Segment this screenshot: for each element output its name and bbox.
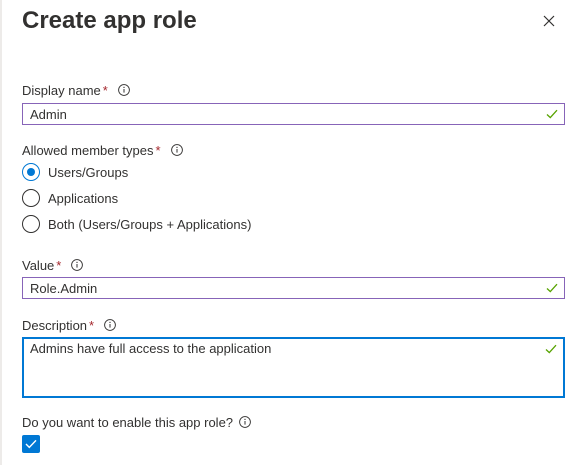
required-marker: * — [56, 258, 62, 273]
required-marker: * — [155, 143, 161, 158]
display-name-input[interactable]: Admin — [22, 103, 565, 125]
enable-label-row: Do you want to enable this app role? — [22, 415, 251, 431]
info-icon[interactable] — [239, 416, 251, 428]
radio-button[interactable] — [22, 215, 40, 233]
radio-button-selected[interactable] — [22, 163, 40, 181]
checkmark-icon — [546, 109, 558, 119]
display-name-value: Admin — [30, 107, 67, 122]
value-label: Value — [22, 258, 55, 273]
radio-label: Both (Users/Groups + Applications) — [48, 216, 252, 232]
required-marker: * — [102, 83, 108, 98]
checkmark-icon — [545, 344, 557, 354]
enable-label: Do you want to enable this app role? — [22, 415, 234, 430]
description-label-row: Description * — [22, 318, 116, 334]
info-icon[interactable] — [117, 84, 130, 96]
display-name-label: Display name — [22, 83, 101, 98]
panel-title: Create app role — [22, 7, 197, 34]
checkmark-icon — [546, 283, 558, 293]
description-textarea[interactable]: Admins have full access to the applicati… — [22, 337, 565, 398]
radio-label: Users/Groups — [48, 164, 129, 180]
info-icon[interactable] — [104, 319, 116, 331]
radio-users-groups[interactable]: Users/Groups — [22, 162, 128, 182]
member-types-label: Allowed member types — [22, 143, 154, 158]
member-types-label-row: Allowed member types * — [22, 143, 183, 159]
value-value: Role.Admin — [30, 281, 98, 296]
required-marker: * — [89, 318, 95, 333]
panel-left-border — [0, 0, 2, 465]
value-input[interactable]: Role.Admin — [22, 277, 565, 299]
description-value: Admins have full access to the applicati… — [30, 341, 272, 356]
radio-applications[interactable]: Applications — [22, 188, 118, 208]
info-icon[interactable] — [170, 144, 183, 156]
enable-checkbox[interactable] — [22, 435, 40, 453]
close-icon[interactable] — [541, 13, 557, 29]
radio-button[interactable] — [22, 189, 40, 207]
info-icon[interactable] — [71, 259, 84, 271]
radio-both[interactable]: Both (Users/Groups + Applications) — [22, 214, 251, 234]
checkmark-icon — [25, 439, 37, 449]
display-name-label-row: Display name * — [22, 83, 130, 99]
radio-label: Applications — [48, 190, 119, 206]
description-label: Description — [22, 318, 88, 333]
value-label-row: Value * — [22, 258, 84, 274]
